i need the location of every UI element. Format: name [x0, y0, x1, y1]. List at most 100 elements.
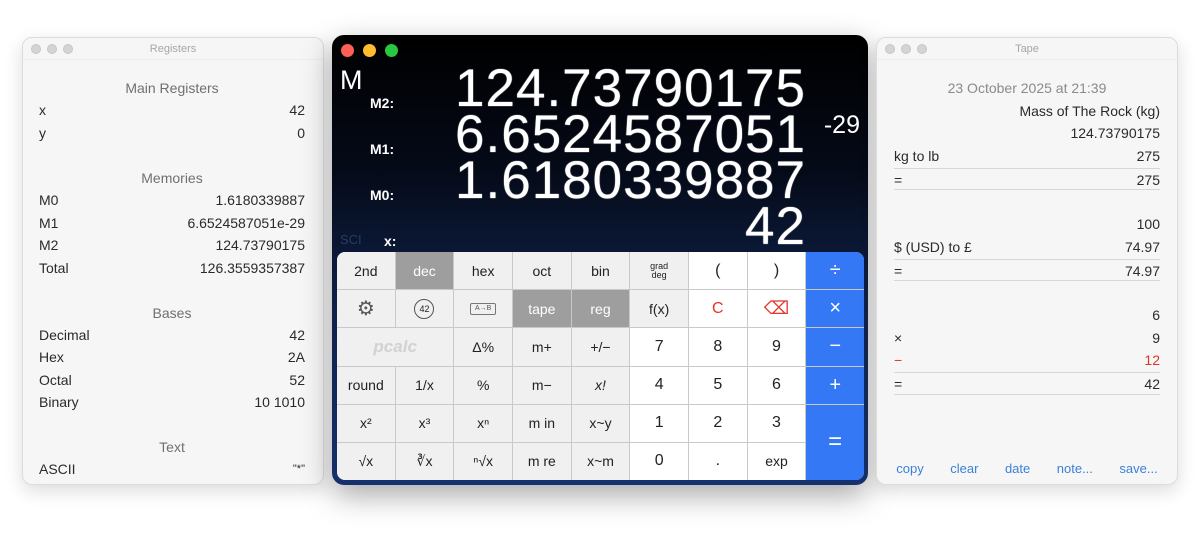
x-display: 42 [745, 197, 806, 256]
save-button[interactable]: save... [1109, 459, 1167, 478]
x-label: x: [384, 233, 397, 249]
equals-key[interactable]: = [806, 404, 864, 480]
digit-5-key[interactable]: 5 [689, 366, 747, 404]
digit-8-key[interactable]: 8 [689, 328, 747, 366]
round-key[interactable]: round [337, 366, 395, 404]
m2-label: M2: [370, 95, 395, 111]
cube-key[interactable]: x³ [395, 404, 454, 442]
base-row-binary: Binary 10 1010 [39, 391, 305, 414]
dec-key[interactable]: dec [395, 252, 454, 290]
tape-key[interactable]: tape [513, 290, 571, 328]
functions-key[interactable]: f(x) [630, 290, 688, 328]
base-value: 42 [289, 326, 305, 343]
digit-2-key[interactable]: 2 [689, 404, 747, 442]
tape-line [894, 281, 1160, 304]
base-value: 10 1010 [254, 394, 305, 411]
register-value: 42 [289, 102, 305, 118]
delta-percent-key[interactable]: Δ% [454, 328, 512, 366]
tape-line: 6 [894, 304, 1160, 327]
reciprocal-key[interactable]: 1/x [395, 366, 454, 404]
tape-titlebar: Tape [877, 38, 1177, 60]
base-value: 52 [289, 371, 305, 388]
clear-key[interactable]: C [689, 290, 747, 328]
memory-value: 1.6180339887 [215, 192, 305, 209]
tape-line: = 275 [894, 167, 1160, 191]
memory-recall-key[interactable]: m re [513, 442, 571, 480]
calculator-window-controls [341, 44, 398, 57]
backspace-key[interactable]: ⌫ [747, 290, 806, 328]
tape-window-title: Tape [1015, 43, 1039, 55]
memory-value: 124.73790175 [215, 237, 305, 254]
close-button[interactable] [341, 44, 354, 57]
plus-minus-key[interactable]: +/− [571, 328, 630, 366]
cube-root-key[interactable]: ∛x [395, 442, 454, 480]
memory-plus-key[interactable]: m+ [513, 328, 571, 366]
memory-row-m2: M2 124.73790175 [39, 234, 305, 257]
memory-in-key[interactable]: m in [513, 404, 571, 442]
tape-op: − [894, 352, 903, 369]
digit-4-key[interactable]: 4 [630, 366, 688, 404]
registers-window-title: Registers [149, 43, 197, 55]
square-key[interactable]: x² [337, 404, 395, 442]
subtract-key[interactable]: − [806, 328, 864, 366]
angle-mode-key[interactable]: grad deg [630, 252, 688, 290]
oct-key[interactable]: oct [513, 252, 571, 290]
digit-7-key[interactable]: 7 [630, 328, 688, 366]
date-button[interactable]: date [995, 459, 1040, 478]
divide-key[interactable]: ÷ [806, 252, 864, 290]
decimal-point-key[interactable]: . [689, 442, 747, 480]
close-paren-key[interactable]: ) [747, 252, 806, 290]
tape-value: 74.97 [1124, 262, 1160, 279]
digit-6-key[interactable]: 6 [747, 366, 806, 404]
register-value: 0 [297, 124, 305, 141]
tape-actions: copy clear date note... save... [877, 459, 1177, 478]
memory-minus-key[interactable]: m− [513, 366, 571, 404]
tape-value: 42 [1144, 375, 1160, 392]
copy-button[interactable]: copy [886, 459, 933, 478]
square-root-key[interactable]: √x [337, 442, 395, 480]
conversions-key[interactable]: A→B [454, 290, 512, 328]
tape-line: 100 [894, 213, 1160, 236]
text-label: ASCII [39, 460, 76, 477]
reg-key[interactable]: reg [571, 290, 630, 328]
memory-value: 6.6524587051e-29 [187, 214, 305, 231]
power-key[interactable]: xⁿ [454, 404, 512, 442]
tape-op: = [894, 262, 903, 279]
hex-key[interactable]: hex [454, 252, 512, 290]
zoom-button[interactable] [385, 44, 398, 57]
percent-key[interactable]: % [454, 366, 512, 404]
text-value: "*" [292, 462, 305, 475]
tape-value: 12 [1144, 352, 1160, 369]
digit-3-key[interactable]: 3 [747, 404, 806, 442]
factorial-key[interactable]: x! [571, 366, 630, 404]
text-row-ascii: ASCII "*" [39, 458, 305, 481]
tape-value: 100 [1136, 216, 1160, 233]
second-function-key[interactable]: 2nd [337, 252, 395, 290]
constants-key[interactable]: 42 [395, 290, 454, 328]
open-paren-key[interactable]: ( [689, 252, 747, 290]
swap-xy-key[interactable]: x~y [571, 404, 630, 442]
digit-9-key[interactable]: 9 [747, 328, 806, 366]
tape-op: kg to lb [894, 148, 940, 165]
tape-value: 275 [1136, 148, 1160, 165]
bases-heading: Bases [152, 304, 192, 321]
digit-0-key[interactable]: 0 [630, 442, 688, 480]
tape-line [894, 190, 1160, 213]
swap-xm-key[interactable]: x~m [571, 442, 630, 480]
tape-value: 6 [1152, 306, 1160, 323]
tape-window: Tape 23 October 2025 at 21:39 Mass of Th… [876, 37, 1178, 485]
memories-heading: Memories [141, 170, 203, 187]
note-button[interactable]: note... [1047, 459, 1103, 478]
register-row-y: y0 [39, 122, 305, 145]
bin-key[interactable]: bin [571, 252, 630, 290]
settings-key[interactable]: ⚙ [337, 290, 395, 328]
add-key[interactable]: + [806, 366, 864, 404]
digit-1-key[interactable]: 1 [630, 404, 688, 442]
exponent-key[interactable]: exp [747, 442, 806, 480]
minimize-button[interactable] [363, 44, 376, 57]
nth-root-key[interactable]: ⁿ√x [454, 442, 512, 480]
tape-op: $ (USD) to £ [894, 238, 972, 255]
clear-button[interactable]: clear [940, 459, 988, 478]
multiply-key[interactable]: × [806, 290, 864, 328]
register-label: x [39, 102, 46, 118]
